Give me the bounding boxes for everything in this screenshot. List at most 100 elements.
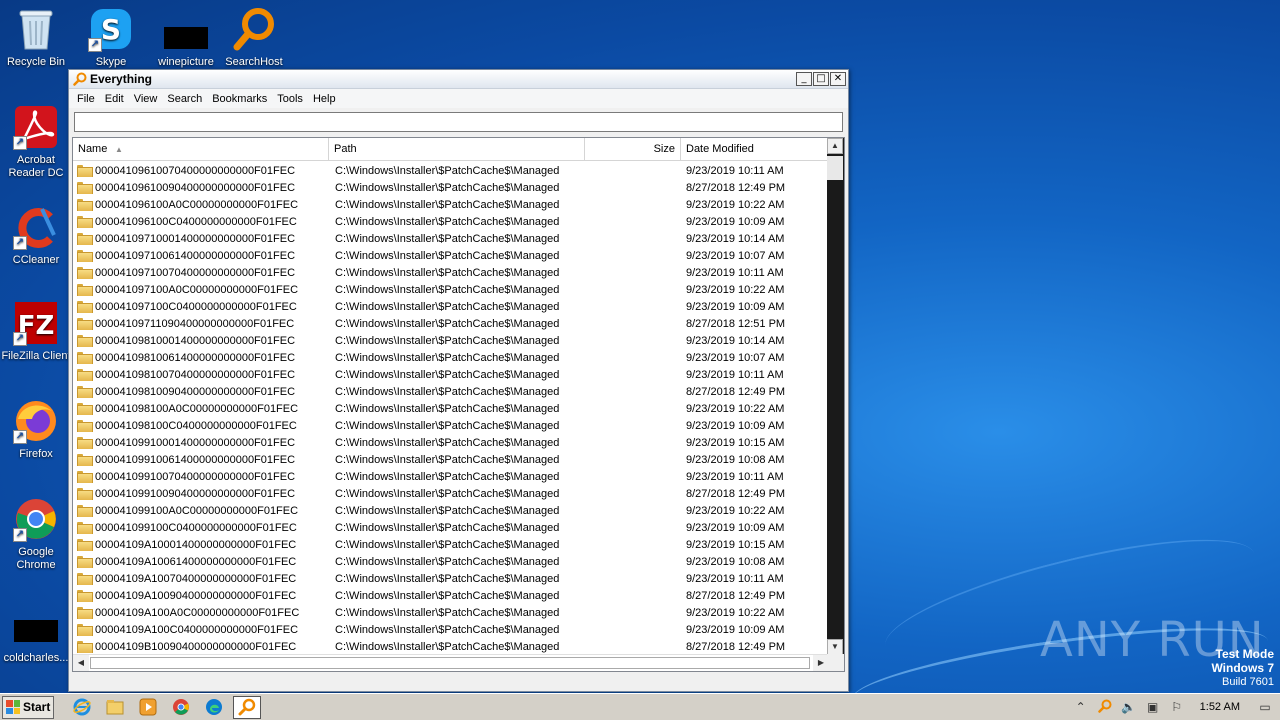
- table-row[interactable]: 00004109910061400000000000F01FEC C:\Windo…: [73, 451, 829, 468]
- window-title: Everything: [90, 72, 153, 86]
- desktop-icon-label: coldcharles...: [3, 652, 69, 664]
- minimize-button[interactable]: _: [796, 72, 812, 86]
- column-header-date-modified[interactable]: Date Modified: [681, 138, 829, 161]
- cell-path: C:\Windows\Installer\$PatchCache$\Manage…: [335, 300, 560, 313]
- table-row[interactable]: 00004109810070400000000000F01FEC C:\Windo…: [73, 366, 829, 383]
- network-icon[interactable]: ▣: [1144, 699, 1162, 715]
- table-row[interactable]: 000041097100A0C00000000000F01FEC C:\Windo…: [73, 281, 829, 298]
- everything-icon[interactable]: [233, 695, 261, 719]
- menu-view[interactable]: View: [129, 93, 163, 105]
- desktop-icon-coldcharles[interactable]: coldcharles...: [0, 602, 72, 665]
- cell-name-text: 00004109810061400000000000F01FEC: [95, 351, 296, 364]
- cell-date-modified: 9/23/2019 10:22 AM: [686, 283, 785, 296]
- close-button[interactable]: ✕: [830, 72, 846, 86]
- start-button[interactable]: Start: [2, 695, 54, 719]
- table-row[interactable]: 00004109710070400000000000F01FEC C:\Windo…: [73, 264, 829, 281]
- table-row[interactable]: 000041098100C0400000000000F01FEC C:\Windo…: [73, 417, 829, 434]
- table-row[interactable]: 000041099100A0C00000000000F01FEC C:\Windo…: [73, 502, 829, 519]
- cell-date-modified: 9/23/2019 10:09 AM: [686, 215, 785, 228]
- desktop-icon-acrobat[interactable]: ↗ Acrobat Reader DC: [0, 104, 72, 180]
- scroll-down-icon[interactable]: ▼: [827, 639, 843, 655]
- folder-icon: [77, 522, 93, 534]
- table-row[interactable]: 000041096100A0C00000000000F01FEC C:\Windo…: [73, 196, 829, 213]
- horizontal-scrollbar[interactable]: ◀ ▶: [73, 654, 829, 671]
- desktop-icon-firefox[interactable]: ↗ Firefox: [0, 398, 72, 461]
- volume-icon[interactable]: 🔈: [1120, 699, 1138, 715]
- scroll-thumb[interactable]: [90, 657, 810, 669]
- table-row[interactable]: 00004109610070400000000000F01FEC C:\Windo…: [73, 162, 829, 179]
- cell-date-modified: 9/23/2019 10:09 AM: [686, 623, 785, 636]
- menu-file[interactable]: File: [72, 93, 100, 105]
- search-input[interactable]: [74, 112, 843, 132]
- table-row[interactable]: 00004109910001400000000000F01FEC C:\Windo…: [73, 434, 829, 451]
- sort-ascending-icon: ▲: [115, 145, 123, 154]
- start-label: Start: [23, 700, 51, 714]
- cell-date-modified: 9/23/2019 10:08 AM: [686, 453, 785, 466]
- menu-bookmarks[interactable]: Bookmarks: [207, 93, 272, 105]
- menu-search[interactable]: Search: [162, 93, 207, 105]
- everything-icon[interactable]: [1096, 699, 1114, 715]
- table-row[interactable]: 00004109910090400000000000F01FEC C:\Windo…: [73, 485, 829, 502]
- action-center-flag-icon[interactable]: ⚐: [1168, 699, 1186, 715]
- menu-help[interactable]: Help: [308, 93, 341, 105]
- cell-date-modified: 8/27/2018 12:49 PM: [686, 385, 786, 398]
- svg-text:S: S: [101, 13, 121, 46]
- cell-name-text: 00004109710070400000000000F01FEC: [95, 266, 296, 279]
- desktop-icon-winepicture[interactable]: winepicture: [150, 6, 222, 69]
- column-header-size[interactable]: Size: [585, 138, 681, 161]
- table-row[interactable]: 00004109A100A0C00000000000F01FEC C:\Windo…: [73, 604, 829, 621]
- desktop-icon-chrome[interactable]: ↗ Google Chrome: [0, 496, 72, 572]
- column-header-name[interactable]: Name ▲: [73, 138, 329, 161]
- chrome-icon[interactable]: [167, 696, 195, 719]
- table-row[interactable]: 000041097100C0400000000000F01FEC C:\Windo…: [73, 298, 829, 315]
- table-row[interactable]: 00004109711090400000000000F01FEC C:\Windo…: [73, 315, 829, 332]
- file-explorer-icon[interactable]: [101, 696, 129, 719]
- table-row[interactable]: 000041099100C0400000000000F01FEC C:\Windo…: [73, 519, 829, 536]
- scroll-left-icon[interactable]: ◀: [73, 655, 89, 671]
- table-row[interactable]: 00004109A100C0400000000000F01FEC C:\Windo…: [73, 621, 829, 638]
- maximize-button[interactable]: □: [813, 72, 829, 86]
- table-row[interactable]: 00004109810090400000000000F01FEC C:\Windo…: [73, 383, 829, 400]
- results-list[interactable]: Name ▲ Path Size Date Modified 000041096…: [72, 137, 845, 672]
- table-row[interactable]: 00004109A10061400000000000F01FEC C:\Windo…: [73, 553, 829, 570]
- table-row[interactable]: 00004109610090400000000000F01FEC C:\Windo…: [73, 179, 829, 196]
- desktop-icon-searchhost[interactable]: SearchHost: [218, 6, 290, 69]
- menu-tools[interactable]: Tools: [272, 93, 308, 105]
- windows-logo-icon: [6, 700, 20, 714]
- column-header-path[interactable]: Path: [329, 138, 585, 161]
- table-row[interactable]: 00004109810061400000000000F01FEC C:\Windo…: [73, 349, 829, 366]
- table-row[interactable]: 00004109710061400000000000F01FEC C:\Windo…: [73, 247, 829, 264]
- cell-name: 000041098100A0C00000000000F01FEC: [73, 403, 329, 415]
- table-row[interactable]: 000041098100A0C00000000000F01FEC C:\Windo…: [73, 400, 829, 417]
- desktop-icon-ccleaner[interactable]: ↗ CCleaner: [0, 204, 72, 267]
- table-row[interactable]: 000041096100C0400000000000F01FEC C:\Windo…: [73, 213, 829, 230]
- desktop-icon-filezilla[interactable]: FZ ↗ FileZilla Client: [0, 300, 72, 363]
- table-row[interactable]: 00004109B10090400000000000F01FEC C:\Windo…: [73, 638, 829, 655]
- show-desktop-icon[interactable]: ▭: [1256, 699, 1274, 715]
- clock[interactable]: 1:52 AM: [1200, 701, 1240, 713]
- table-row[interactable]: 00004109810001400000000000F01FEC C:\Windo…: [73, 332, 829, 349]
- table-row[interactable]: 00004109910070400000000000F01FEC C:\Windo…: [73, 468, 829, 485]
- cell-name: 00004109710061400000000000F01FEC: [73, 250, 329, 262]
- test-mode-line2: Windows 7: [1211, 661, 1274, 675]
- desktop-icon-recycle-bin[interactable]: Recycle Bin: [0, 6, 72, 69]
- internet-explorer-icon[interactable]: [68, 696, 96, 719]
- edge-icon[interactable]: [200, 696, 228, 719]
- show-hidden-icons-icon[interactable]: ⌃: [1072, 699, 1090, 715]
- menu-bar: File Edit View Search Bookmarks Tools He…: [69, 89, 848, 108]
- test-mode-line3: Build 7601: [1222, 676, 1274, 688]
- scroll-up-icon[interactable]: ▲: [827, 138, 843, 154]
- media-player-icon[interactable]: [134, 696, 162, 719]
- table-row[interactable]: 00004109A10070400000000000F01FEC C:\Windo…: [73, 570, 829, 587]
- vertical-scrollbar[interactable]: ▲ ▼: [827, 138, 844, 655]
- cell-path: C:\Windows\Installer\$PatchCache$\Manage…: [335, 589, 560, 602]
- desktop-icon-label: FileZilla Client: [1, 350, 71, 362]
- cell-name-text: 00004109910070400000000000F01FEC: [95, 470, 296, 483]
- title-bar[interactable]: Everything _ □ ✕: [69, 70, 848, 89]
- scroll-thumb[interactable]: [827, 156, 843, 180]
- table-row[interactable]: 00004109A10090400000000000F01FEC C:\Windo…: [73, 587, 829, 604]
- table-row[interactable]: 00004109A10001400000000000F01FEC C:\Windo…: [73, 536, 829, 553]
- menu-edit[interactable]: Edit: [100, 93, 129, 105]
- desktop-icon-skype[interactable]: S ↗ Skype: [75, 6, 147, 69]
- table-row[interactable]: 00004109710001400000000000F01FEC C:\Windo…: [73, 230, 829, 247]
